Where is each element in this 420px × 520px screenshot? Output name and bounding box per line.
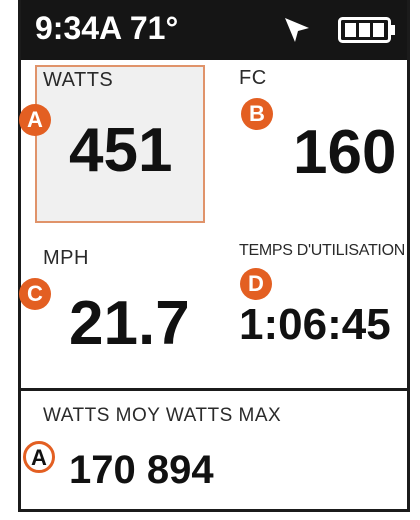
temps-utilisation-label: TEMPS D'UTILISATION [239, 242, 405, 259]
watts-value: 451 [69, 116, 173, 185]
watts-moy-max-label: WATTS MOY WATTS MAX [43, 405, 282, 426]
badge-a-bottom: A [23, 441, 55, 473]
badge-b-fc: B [241, 98, 273, 130]
time-temperature: 9:34A 71° [35, 10, 179, 46]
badge-d-temps: D [240, 268, 272, 300]
fc-label: FC [239, 67, 267, 89]
badge-a-watts: A [19, 104, 51, 136]
watts-label: WATTS [43, 69, 114, 91]
mph-label: MPH [43, 247, 89, 269]
badge-c-mph: C [19, 278, 51, 310]
data-fields-grid: WATTS 451 A FC 160 B MPH 21.7 C TEMPS D'… [19, 60, 407, 390]
temps-utilisation-value: 1:06:45 [239, 300, 391, 349]
navigation-arrow-icon [285, 18, 309, 42]
battery-full-icon [338, 17, 395, 43]
status-bar: 9:34A 71° [21, 0, 407, 60]
device-screen: 9:34A 71° WATTS 451 A FC 160 B MPH 21.7 … [18, 0, 410, 512]
watts-moy-max-value: 170 894 [69, 448, 214, 492]
mph-value: 21.7 [69, 289, 190, 358]
fc-value: 160 [293, 118, 397, 187]
divider [21, 388, 407, 391]
